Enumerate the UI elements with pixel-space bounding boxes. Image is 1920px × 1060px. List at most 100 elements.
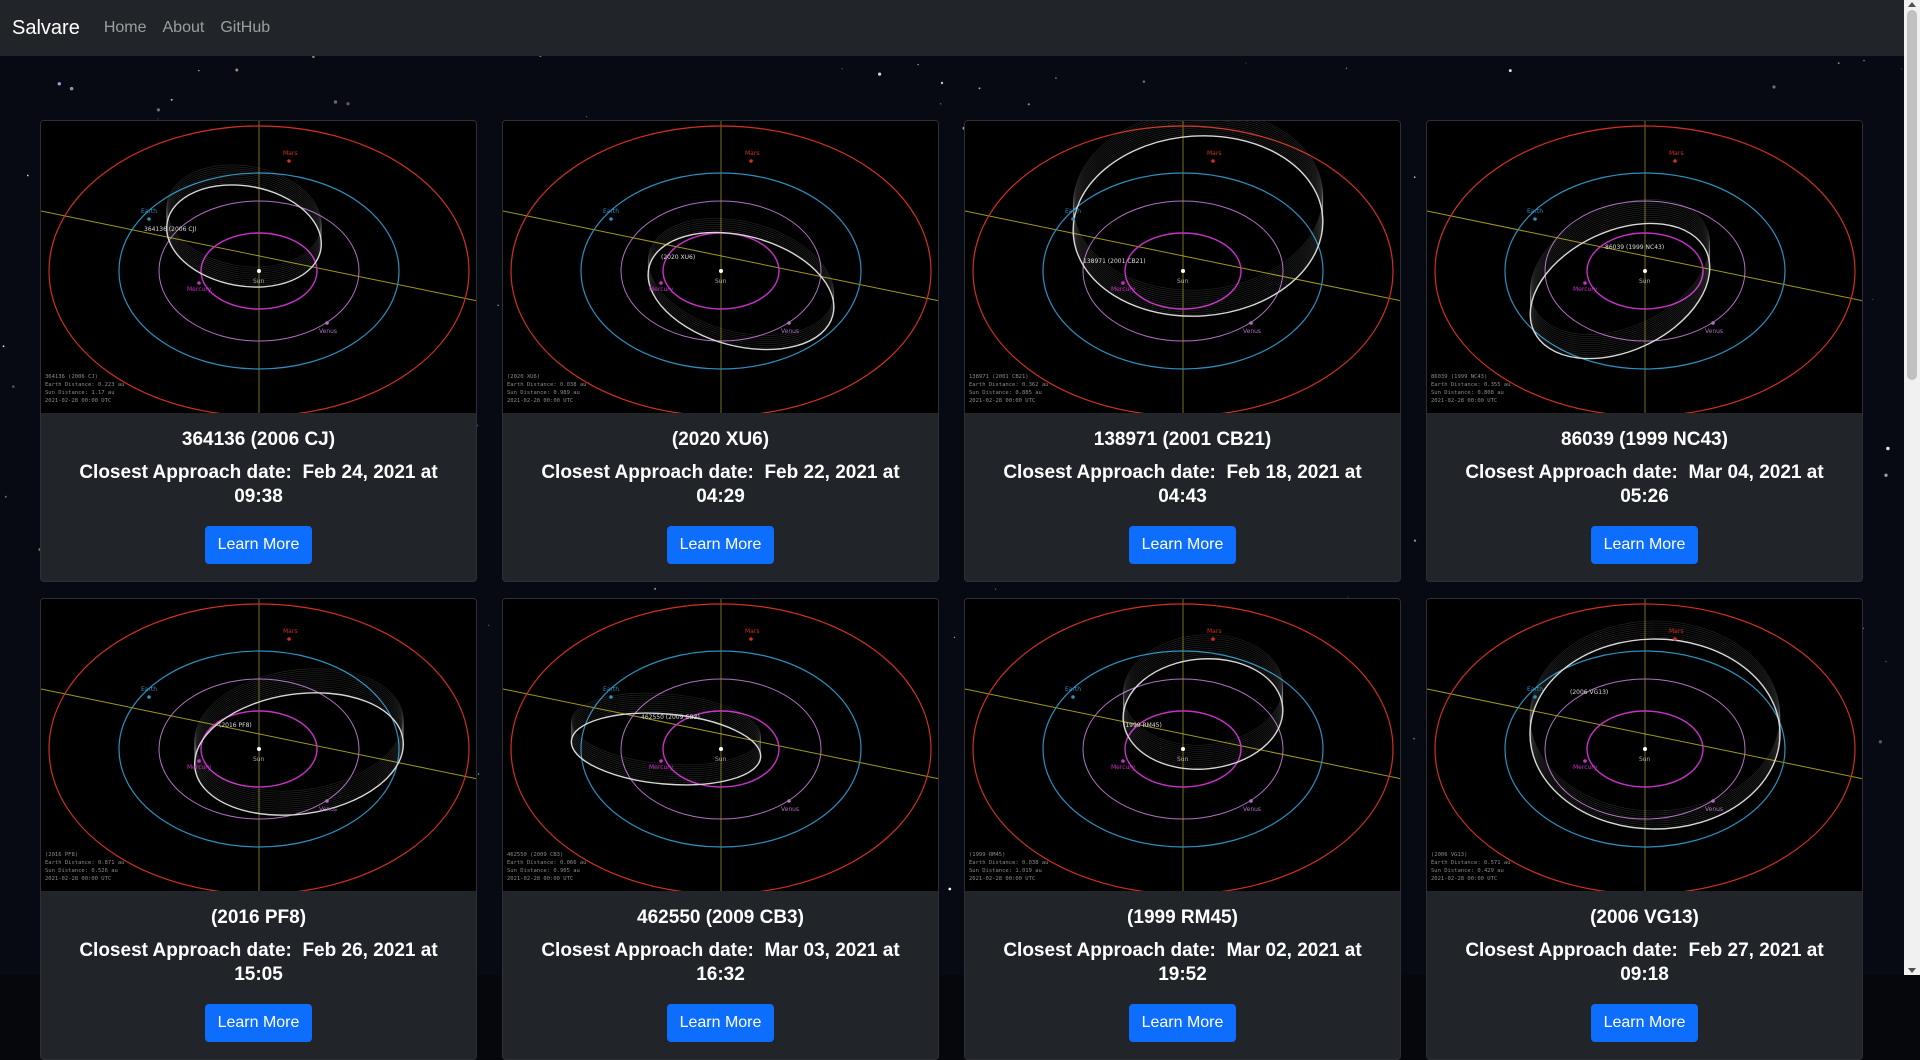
learn-more-button[interactable]: Learn More (204, 1004, 313, 1042)
star (1878, 740, 1883, 744)
learn-more-button[interactable]: Learn More (666, 526, 775, 564)
venus-marker (787, 321, 791, 325)
orbit-info-line: 364136 (2006 CJ) (45, 374, 98, 380)
approach-label: Closest Approach date: (541, 940, 754, 961)
orbit-diagram-image: Sun Mercury Venus Earth Mars 138971 (2001 CB2… (965, 121, 1400, 413)
orbit-info-line: Sun Distance: 0.808 au (1431, 390, 1504, 396)
orbit-info-line: 2021-02-28 00:00 UTC (507, 398, 573, 404)
sun-marker (257, 747, 261, 751)
sun-label: Sun (1639, 756, 1651, 763)
venus-marker (1249, 799, 1253, 803)
star (1027, 103, 1030, 106)
earth-label: Earth (1065, 208, 1081, 215)
orbit-info-line: Earth Distance: 0.038 au (507, 382, 586, 388)
asteroid-name: (2020 XU6) (671, 429, 770, 450)
approach-label: Closest Approach date: (541, 462, 754, 483)
mars-marker (1211, 637, 1215, 641)
star (917, 63, 919, 66)
mercury-label: Mercury (1573, 286, 1598, 293)
sun-label: Sun (715, 278, 727, 285)
star (26, 174, 29, 177)
asteroid-card: Sun Mercury Venus Earth Mars (2020 XU6) (2020 … (502, 120, 939, 582)
mercury-marker (1583, 281, 1587, 285)
asteroid-card: Sun Mercury Venus Earth Mars 364136 (2006 CJ)… (40, 120, 477, 582)
venus-marker (325, 799, 329, 803)
asteroid-card: Sun Mercury Venus Earth Mars (2006 VG13) (2006… (1426, 598, 1863, 1060)
page-scrollbar[interactable] (1904, 0, 1920, 975)
orbit-info-line: Sun Distance: 1.019 au (969, 868, 1042, 874)
card-body: (2006 VG13) Closest Approach date: Feb 2… (1427, 891, 1862, 1042)
asteroid-label: 138971 (2001 CB21) (1083, 258, 1146, 265)
earth-marker (1533, 217, 1537, 221)
sun-label: Sun (253, 756, 265, 763)
orbit-info-line: (2006 VG13) (1431, 852, 1467, 858)
sun-marker (719, 269, 723, 273)
brand-link[interactable]: Salvare (12, 17, 80, 40)
orbit-diagram-image: Sun Mercury Venus Earth Mars (2016 PF8) (2016 … (41, 599, 476, 891)
venus-marker (1711, 321, 1715, 325)
venus-label: Venus (781, 328, 799, 335)
orbit-info-line: 86039 (1999 NC43) (1431, 374, 1487, 380)
orbit-info-line: (2020 XU6) (507, 374, 540, 380)
nav-link-home[interactable]: Home (104, 19, 147, 37)
orbit-info-line: (1999 RM45) (969, 852, 1005, 858)
venus-label: Venus (1705, 806, 1723, 813)
orbit-info-line: Sun Distance: 1.17 au (45, 390, 115, 396)
mercury-label: Mercury (1573, 764, 1598, 771)
nav-link-about[interactable]: About (163, 19, 205, 37)
mercury-label: Mercury (187, 764, 212, 771)
learn-more-button[interactable]: Learn More (204, 526, 313, 564)
closest-approach-text: Closest Approach date: Feb 27, 2021 at 0… (1441, 939, 1848, 987)
star (1055, 77, 1057, 79)
mars-label: Mars (745, 628, 759, 635)
star (1245, 62, 1247, 64)
scroll-up-arrow-icon[interactable] (1908, 2, 1916, 7)
star (978, 87, 981, 90)
mars-label: Mars (1669, 628, 1683, 635)
asteroid-card: Sun Mercury Venus Earth Mars 138971 (2001 CB2… (964, 120, 1401, 582)
learn-more-button[interactable]: Learn More (1590, 1004, 1699, 1042)
star (156, 108, 161, 112)
mars-label: Mars (1207, 628, 1221, 635)
asteroid-label: 364136 (2006 CJ) (144, 226, 197, 233)
earth-marker (1071, 217, 1075, 221)
earth-marker (609, 217, 613, 221)
asteroid-label: (2020 XU6) (661, 254, 695, 261)
asteroid-card-grid: Sun Mercury Venus Earth Mars 364136 (2006 CJ)… (40, 120, 1864, 1060)
star (333, 100, 338, 104)
mercury-label: Mercury (649, 764, 674, 771)
closest-approach-text: Closest Approach date: Mar 04, 2021 at 0… (1441, 461, 1848, 509)
closest-approach-text: Closest Approach date: Mar 03, 2021 at 1… (517, 939, 924, 987)
learn-more-button[interactable]: Learn More (1128, 1004, 1237, 1042)
earth-marker (609, 695, 613, 699)
scrollbar-thumb[interactable] (1907, 10, 1917, 380)
venus-label: Venus (781, 806, 799, 813)
closest-approach-text: Closest Approach date: Feb 18, 2021 at 0… (979, 461, 1386, 509)
orbit-info-line: Earth Distance: 0.038 au (969, 860, 1048, 866)
asteroid-card: Sun Mercury Venus Earth Mars 462550 (2009 CB3… (502, 598, 939, 1060)
orbit-info-line: Earth Distance: 0.571 au (1431, 860, 1510, 866)
sun-label: Sun (1639, 278, 1651, 285)
star (940, 81, 944, 85)
orbit-diagram-image: Sun Mercury Venus Earth Mars (1999 RM45) (1999… (965, 599, 1400, 891)
card-body: (2020 XU6) Closest Approach date: Feb 22… (503, 413, 938, 564)
mercury-marker (659, 281, 663, 285)
approach-label: Closest Approach date: (1465, 462, 1678, 483)
learn-more-button[interactable]: Learn More (1590, 526, 1699, 564)
nav-link-github[interactable]: GitHub (220, 19, 270, 37)
orbit-info-line: 2021-02-28 00:00 UTC (969, 876, 1035, 882)
orbit-info-line: 2021-02-28 00:00 UTC (45, 398, 111, 404)
mars-marker (287, 637, 291, 641)
learn-more-button[interactable]: Learn More (666, 1004, 775, 1042)
learn-more-button[interactable]: Learn More (1128, 526, 1237, 564)
orbit-info-line: 2021-02-28 00:00 UTC (507, 876, 573, 882)
mercury-marker (197, 281, 201, 285)
star (1872, 298, 1874, 300)
mars-label: Mars (1669, 150, 1683, 157)
card-body: (2016 PF8) Closest Approach date: Feb 26… (41, 891, 476, 1042)
venus-marker (787, 799, 791, 803)
sun-marker (1181, 747, 1185, 751)
sun-label: Sun (715, 756, 727, 763)
scroll-down-arrow-icon[interactable] (1908, 968, 1916, 973)
orbit-info-line: 462550 (2009 CB3) (507, 852, 563, 858)
